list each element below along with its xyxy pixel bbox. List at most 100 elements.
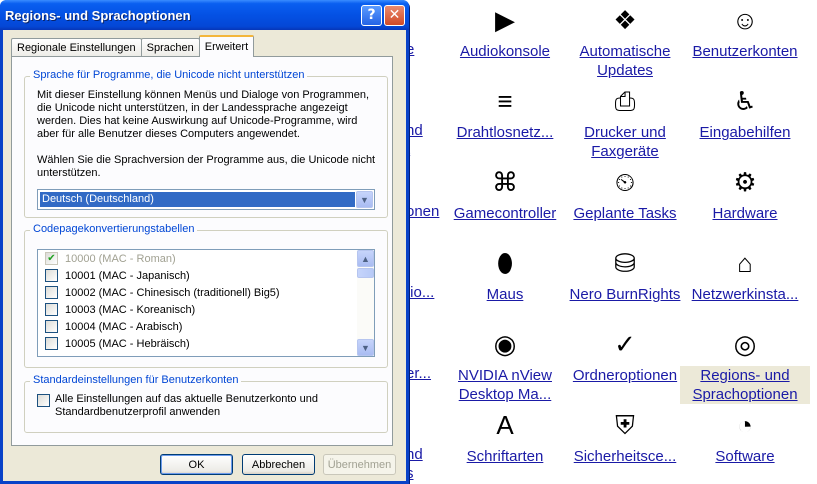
cancel-button[interactable]: Abbrechen — [242, 454, 315, 475]
codepage-label: 10002 (MAC - Chinesisch (traditionell) B… — [65, 286, 280, 299]
unicode-description: Mit dieser Einstellung können Menüs und … — [37, 89, 370, 140]
wireless-network-icon: ≡ — [497, 86, 513, 116]
codepage-row[interactable]: 10003 (MAC - Koreanisch) — [38, 301, 374, 318]
user-accounts-icon: ☺ — [731, 5, 759, 35]
scheduled-tasks-icon: ⏲ — [614, 167, 636, 197]
accessibility-icon: ♿ — [733, 86, 757, 116]
apply-to-all-label[interactable]: Alle Einstellungen auf das aktuelle Benu… — [55, 393, 375, 419]
tab-advanced[interactable]: Erweitert — [198, 35, 255, 57]
cp-item-wireless-network[interactable]: ≡ Drahtlosnetz... — [440, 83, 570, 142]
cp-item-game-controller[interactable]: ⌘ Gamecontroller — [440, 164, 570, 223]
tab-languages[interactable]: Sprachen — [140, 38, 200, 57]
checkbox[interactable] — [45, 269, 58, 282]
cp-item-label[interactable]: NVIDIA nView Desktop Ma... — [440, 366, 570, 404]
dialog-title: Regions- und Sprachoptionen — [5, 7, 191, 23]
apply-button[interactable]: Übernehmen — [323, 454, 396, 475]
cp-item-label[interactable]: Nero BurnRights — [560, 285, 690, 304]
cp-item-label[interactable]: Maus — [440, 285, 570, 304]
checkbox[interactable] — [45, 320, 58, 333]
language-combobox[interactable]: Deutsch (Deutschland) ▼ — [37, 189, 375, 210]
codepage-group: Codepagekonvertierungstabellen ✔ 10000 (M… — [24, 223, 388, 368]
codepage-row[interactable]: 10004 (MAC - Arabisch) — [38, 318, 374, 335]
language-combobox-value: Deutsch (Deutschland) — [40, 192, 355, 207]
cp-item-label[interactable]: Schriftarten — [440, 447, 570, 466]
network-setup-icon: ⌂ — [737, 248, 753, 278]
mouse-icon: ⬮ — [496, 248, 514, 278]
cp-hidden-item-label[interactable]: tio... — [406, 283, 434, 302]
cp-item-label[interactable]: Gamecontroller — [440, 204, 570, 223]
help-button[interactable]: ? — [361, 4, 382, 26]
cp-item-security-center[interactable]: ⛨ Sicherheitsce... — [560, 407, 690, 466]
cp-item-label[interactable]: Drahtlosnetz... — [440, 123, 570, 142]
apply-to-all-checkbox[interactable] — [37, 394, 50, 407]
checkbox[interactable] — [45, 286, 58, 299]
close-button[interactable]: ✕ — [384, 4, 405, 26]
cp-item-label[interactable]: Sicherheitsce... — [560, 447, 690, 466]
cp-item-scheduled-tasks[interactable]: ⏲ Geplante Tasks — [560, 164, 690, 223]
nero-burnrights-icon: ⛁ — [614, 248, 636, 278]
codepage-row[interactable]: ✔ 10000 (MAC - Roman) — [38, 250, 374, 267]
scroll-up-icon[interactable]: ▲ — [357, 250, 374, 267]
cp-item-label[interactable]: Eingabehilfen — [680, 123, 810, 142]
cp-item-nero-burnrights[interactable]: ⛁ Nero BurnRights — [560, 245, 690, 304]
cp-item-label[interactable]: Benutzerkonten — [680, 42, 810, 61]
title-bar[interactable]: Regions- und Sprachoptionen ? ✕ — [0, 0, 409, 30]
tab-regional-settings[interactable]: Regionale Einstellungen — [11, 38, 142, 57]
chevron-down-icon[interactable]: ▼ — [356, 191, 373, 208]
codepage-label: 10000 (MAC - Roman) — [65, 252, 176, 265]
codepage-group-title: Codepagekonvertierungstabellen — [30, 223, 198, 235]
default-user-settings-group: Standardeinstellungen für Benutzerkonten… — [24, 374, 388, 433]
scroll-down-icon[interactable]: ▼ — [357, 339, 374, 356]
checkbox-checked-icon[interactable]: ✔ — [45, 252, 58, 265]
cp-item-label[interactable]: Automatische Updates — [560, 42, 690, 80]
cp-item-label[interactable]: Netzwerkinsta... — [680, 285, 810, 304]
printer-icon: ⎙ — [614, 86, 636, 116]
list-scrollbar[interactable]: ▲ ▼ — [357, 250, 374, 356]
cp-item-printer[interactable]: ⎙ Drucker und Faxgeräte — [560, 83, 690, 161]
cp-item-folder-options[interactable]: ✓ Ordneroptionen — [560, 326, 690, 385]
regional-options-dialog: Regions- und Sprachoptionen ? ✕ Regional… — [0, 0, 409, 484]
cp-item-globe[interactable]: ◎ Regions- und Sprachoptionen — [680, 326, 810, 404]
cp-hidden-item-label[interactable]: onen — [406, 202, 439, 221]
codepage-row[interactable]: 10001 (MAC - Japanisch) — [38, 267, 374, 284]
cp-item-label[interactable]: Audiokonsole — [440, 42, 570, 61]
checkbox[interactable] — [45, 303, 58, 316]
codepage-row[interactable]: 10005 (MAC - Hebräisch) — [38, 335, 374, 352]
cp-hidden-item-label[interactable]: er... — [406, 364, 431, 383]
cp-item-fonts[interactable]: A Schriftarten — [440, 407, 570, 466]
unicode-group-title: Sprache für Programme, die Unicode nicht… — [30, 69, 308, 81]
codepage-label: 10005 (MAC - Hebräisch) — [65, 337, 190, 350]
folder-options-icon: ✓ — [614, 329, 636, 359]
audio-console-icon: ▶ — [495, 5, 515, 35]
scrollbar-thumb[interactable] — [357, 268, 374, 278]
cp-item-label[interactable]: Ordneroptionen — [560, 366, 690, 385]
cp-item-nvidia[interactable]: ◉ NVIDIA nView Desktop Ma... — [440, 326, 570, 404]
ok-button[interactable]: OK — [160, 454, 233, 475]
cp-item-audio-console[interactable]: ▶ Audiokonsole — [440, 2, 570, 61]
codepage-row[interactable]: 10002 (MAC - Chinesisch (traditionell) B… — [38, 284, 374, 301]
dialog-client: Regionale Einstellungen Sprachen Erweite… — [3, 30, 406, 481]
hardware-icon: ⚙ — [733, 167, 757, 197]
cp-item-label[interactable]: Hardware — [680, 204, 810, 223]
software-icon: ◔ — [737, 410, 753, 440]
windows-update-icon: ❖ — [613, 5, 637, 35]
defaults-group-title: Standardeinstellungen für Benutzerkonten — [30, 374, 242, 386]
cp-item-label[interactable]: Drucker und Faxgeräte — [560, 123, 690, 161]
cp-item-network-setup[interactable]: ⌂ Netzwerkinsta... — [680, 245, 810, 304]
cp-item-mouse[interactable]: ⬮ Maus — [440, 245, 570, 304]
cp-item-software[interactable]: ◔ Software — [680, 407, 810, 466]
tab-strip: Regionale Einstellungen Sprachen Erweite… — [11, 35, 255, 57]
cp-item-windows-update[interactable]: ❖ Automatische Updates — [560, 2, 690, 80]
tab-page-advanced: Sprache für Programme, die Unicode nicht… — [11, 56, 393, 446]
cp-item-user-accounts[interactable]: ☺ Benutzerkonten — [680, 2, 810, 61]
security-center-icon: ⛨ — [615, 410, 635, 440]
game-controller-icon: ⌘ — [492, 167, 518, 197]
codepage-list[interactable]: ✔ 10000 (MAC - Roman) 10001 (MAC - Japanis… — [37, 249, 375, 357]
cp-item-hardware[interactable]: ⚙ Hardware — [680, 164, 810, 223]
cp-item-label[interactable]: Geplante Tasks — [560, 204, 690, 223]
fonts-icon: A — [496, 410, 514, 440]
cp-item-label[interactable]: Regions- und Sprachoptionen — [680, 366, 810, 404]
cp-item-label[interactable]: Software — [680, 447, 810, 466]
cp-item-accessibility[interactable]: ♿ Eingabehilfen — [680, 83, 810, 142]
checkbox[interactable] — [45, 337, 58, 350]
